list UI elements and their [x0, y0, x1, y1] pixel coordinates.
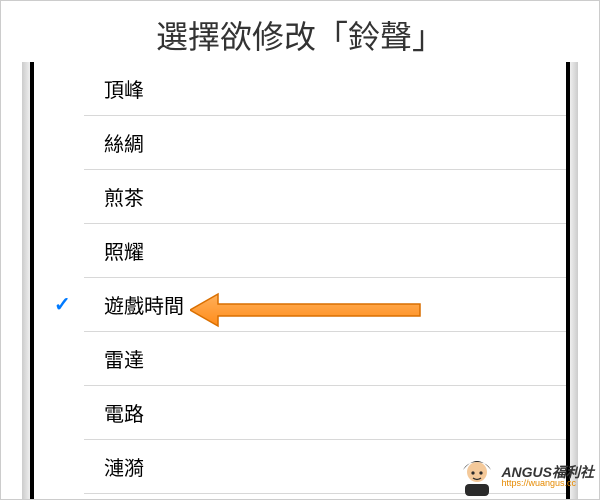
ringtone-label: 絲綢: [104, 128, 144, 157]
ringtone-label: 電路: [104, 398, 144, 427]
ringtone-label: 漣漪: [104, 452, 144, 481]
phone-bezel-right: [570, 62, 578, 500]
ringtone-label: 照耀: [104, 236, 144, 265]
page-title: 選擇欲修改「鈴聲」: [0, 0, 600, 68]
ringtone-label: 頂峰: [104, 74, 144, 103]
list-item[interactable]: 電路: [84, 386, 566, 440]
list-item[interactable]: ✓ 遊戲時間: [84, 278, 566, 332]
watermark-avatar-icon: [457, 456, 497, 496]
watermark: ANGUS福利社 https://wuangus.cc: [457, 456, 594, 496]
ringtone-label: 雷達: [104, 344, 144, 373]
watermark-brand: ANGUS福利社: [501, 465, 594, 479]
list-item[interactable]: 雷達: [84, 332, 566, 386]
ringtone-list: 頂峰 絲綢 煎茶 照耀 ✓ 遊戲時間 雷達 電路 漣漪: [34, 62, 566, 500]
list-item[interactable]: 絲綢: [84, 116, 566, 170]
list-item[interactable]: 頂峰: [84, 62, 566, 116]
phone-bezel-left: [22, 62, 30, 500]
list-item[interactable]: 照耀: [84, 224, 566, 278]
ringtone-label: 煎茶: [104, 182, 144, 211]
ringtone-label: 遊戲時間: [104, 290, 184, 319]
list-item[interactable]: 煎茶: [84, 170, 566, 224]
checkmark-icon: ✓: [54, 292, 71, 317]
phone-frame: 頂峰 絲綢 煎茶 照耀 ✓ 遊戲時間 雷達 電路 漣漪: [30, 62, 570, 500]
watermark-url: https://wuangus.cc: [501, 479, 594, 488]
